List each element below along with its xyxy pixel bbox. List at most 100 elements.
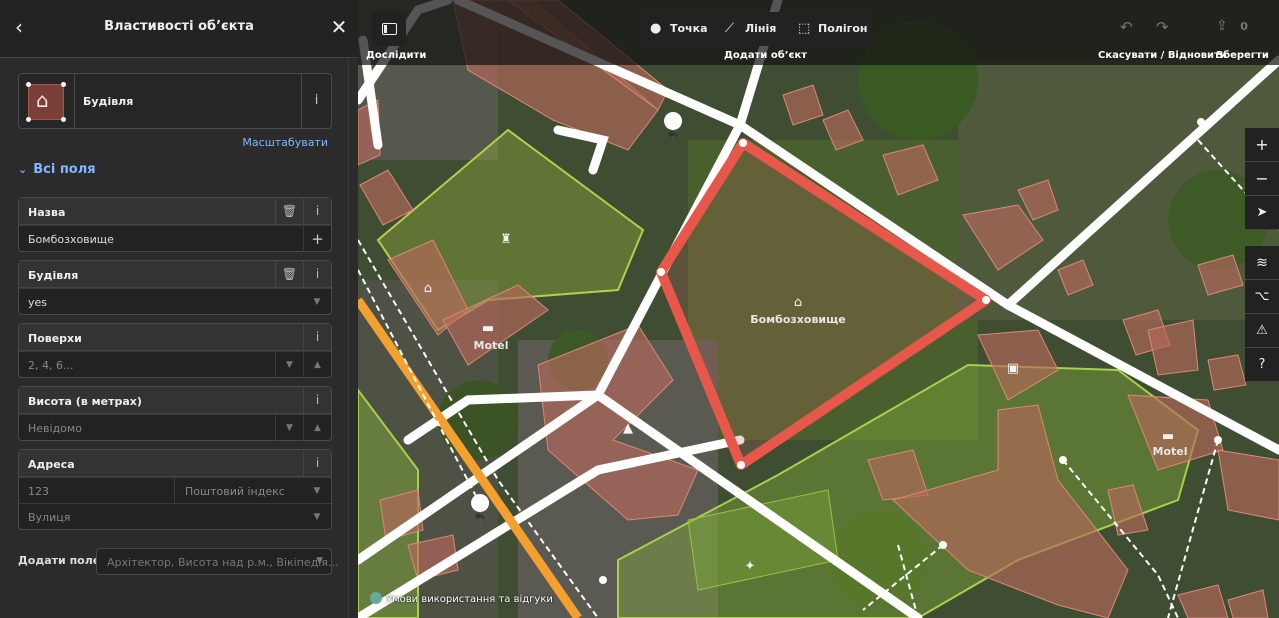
point-label: Точка [670, 22, 708, 35]
field-label: Назва [28, 206, 66, 219]
sidebar-scrollbar[interactable] [348, 58, 358, 618]
decrement-icon[interactable]: ▼ [275, 415, 303, 441]
field-height: Висота (в метрах) i Невідомо ▼ ▲ [18, 386, 332, 441]
close-icon[interactable]: ✕ [328, 16, 350, 38]
layers-icon[interactable]: ≋ [1245, 246, 1279, 280]
osm-logo-icon [370, 592, 382, 604]
street-placeholder: Вулиця [28, 511, 71, 524]
monument-icon: ♜ [500, 232, 512, 247]
polygon-icon: ⬚ [798, 21, 811, 36]
trash-icon[interactable]: 🗑 [275, 261, 303, 287]
preset-selector[interactable]: ⌂ Будівля i [18, 73, 332, 129]
building-value: yes [28, 296, 48, 309]
polygon-label: Полігон [818, 22, 868, 35]
inspect-button[interactable] [372, 12, 406, 46]
add-polygon-button[interactable]: ⬚ Полігон [787, 12, 873, 46]
sidebar-body: ⌂ Будівля i Масштабувати ⌄ Всі поля Назва… [0, 58, 348, 618]
height-placeholder: Невідомо [28, 422, 82, 435]
street-input[interactable]: Вулиця ▼ [19, 503, 331, 529]
sidebar-header: ‹ Властивості об’єкта ✕ [0, 0, 358, 58]
levels-placeholder: 2, 4, 6... [28, 359, 74, 372]
building-icon: ⌂ [424, 281, 432, 296]
inspect-label: Дослідити [366, 50, 427, 61]
levels-input[interactable]: 2, 4, 6... ▼ ▲ [19, 351, 331, 378]
building-icon: ⌂ [794, 295, 802, 310]
redo-button[interactable]: ↷ [1156, 18, 1169, 36]
chevron-down-icon[interactable]: ▼ [303, 478, 331, 504]
vertex-handle[interactable] [982, 296, 990, 304]
name-value: Бомбозховище [28, 233, 114, 246]
preset-info-button[interactable]: i [301, 74, 331, 128]
add-feature-label: Додати об’єкт [724, 50, 808, 61]
add-field-input[interactable]: Архітектор, Висота над р.м., Вікіпедія..… [96, 548, 338, 575]
help-icon[interactable]: ? [1245, 348, 1279, 382]
building-icon: ⌂ [36, 88, 49, 112]
field-building: Будівля 🗑 i yes ▼ [18, 260, 332, 315]
decrement-icon[interactable]: ▼ [275, 352, 303, 378]
motel-label: Motel [1153, 445, 1188, 458]
field-label: Поверхи [28, 332, 82, 345]
top-toolbar: Дослідити ● Точка ⟋ Лінія ⬚ Полігон Дода… [358, 0, 1279, 65]
undo-button[interactable]: ↶ [1120, 18, 1133, 36]
info-icon[interactable]: i [303, 450, 331, 476]
add-line-button[interactable]: ⟋ Лінія [714, 12, 786, 46]
vertex-handle[interactable] [739, 139, 747, 147]
map-controls: + − ➤ [1245, 128, 1279, 230]
add-field-label: Додати поле: [18, 554, 105, 567]
vertex-handle[interactable] [737, 461, 745, 469]
add-field-placeholder: Архітектор, Висота над р.м., Вікіпедія..… [107, 556, 339, 569]
trash-icon[interactable]: 🗑 [275, 198, 303, 224]
increment-icon[interactable]: ▲ [303, 352, 331, 378]
motel-label: Motel [474, 339, 509, 352]
postcode-input[interactable]: Поштовий індекс ▼ [176, 478, 331, 504]
bed-icon: ▬ [1162, 429, 1174, 444]
walk-icon: ✦ [745, 559, 756, 574]
zoom-in-button[interactable]: + [1245, 128, 1279, 162]
feature-editor-sidebar: ‹ Властивості об’єкта ✕ ⌂ Будівля i Масш… [0, 0, 358, 618]
chevron-down-icon[interactable]: ▼ [303, 289, 331, 315]
zoom-to-feature-link[interactable]: Масштабувати [242, 136, 328, 149]
save-label: Зберегти [1216, 50, 1269, 61]
map-data-icon[interactable]: ⌥ [1245, 280, 1279, 314]
bell-icon: ▲ [623, 421, 633, 436]
point-icon: ● [650, 21, 662, 36]
issues-icon[interactable]: ⚠ [1245, 314, 1279, 348]
field-label: Адреса [28, 458, 75, 471]
chevron-down-icon[interactable]: ▼ [303, 504, 331, 530]
add-point-button[interactable]: ● Точка [639, 12, 713, 46]
save-count: 0 [1240, 20, 1248, 33]
info-icon[interactable]: i [303, 198, 331, 224]
preset-name: Будівля [83, 95, 134, 108]
map-svg[interactable]: ⛟ ⛟ ⌂ ⌂ ▬ ▬ ▣ ▲ ♜ ✦ Бомбозховище Motel M… [358, 0, 1279, 618]
postcode-placeholder: Поштовий індекс [185, 485, 285, 498]
vertex-handle[interactable] [657, 268, 665, 276]
undo-redo-label: Скасувати / Відновити [1098, 50, 1227, 61]
increment-icon[interactable]: ▲ [303, 415, 331, 441]
info-icon[interactable]: i [303, 324, 331, 350]
chevron-down-icon: ▼ [316, 556, 323, 566]
housenumber-input[interactable]: 123 [19, 478, 175, 504]
map-panels: ≋ ⌥ ⚠ ? [1245, 246, 1279, 382]
all-fields-toggle[interactable]: ⌄ Всі поля [18, 162, 96, 177]
map-canvas[interactable]: ⛟ ⛟ ⌂ ⌂ ▬ ▬ ▣ ▲ ♜ ✦ Бомбозховище Motel M… [358, 0, 1279, 618]
info-icon[interactable]: i [303, 387, 331, 413]
bed-icon: ▬ [482, 321, 494, 336]
height-input[interactable]: Невідомо ▼ ▲ [19, 414, 331, 441]
field-label: Висота (в метрах) [28, 395, 142, 408]
save-button[interactable]: ⇪ 0 [1216, 18, 1248, 34]
geolocate-button[interactable]: ➤ [1245, 196, 1279, 230]
sidebar-title: Властивості об’єкта [104, 19, 254, 34]
info-icon[interactable]: i [303, 261, 331, 287]
terms-link[interactable]: Умови використання та відгуки [370, 592, 553, 605]
housenumber-placeholder: 123 [28, 485, 49, 498]
building-combo[interactable]: yes ▼ [19, 288, 331, 314]
zoom-out-button[interactable]: − [1245, 162, 1279, 196]
feature-label: Бомбозховище [750, 313, 846, 326]
field-address: Адреса i 123 Поштовий індекс ▼ Вулиця ▼ [18, 449, 332, 530]
name-input[interactable]: Бомбозховище + [19, 225, 331, 252]
line-label: Лінія [745, 22, 777, 35]
preset-icon: ⌂ [19, 74, 75, 128]
back-chevron-icon[interactable]: ‹ [8, 16, 30, 38]
terms-text: Умови використання та відгуки [386, 594, 553, 605]
add-localized-name-button[interactable]: + [303, 226, 331, 252]
